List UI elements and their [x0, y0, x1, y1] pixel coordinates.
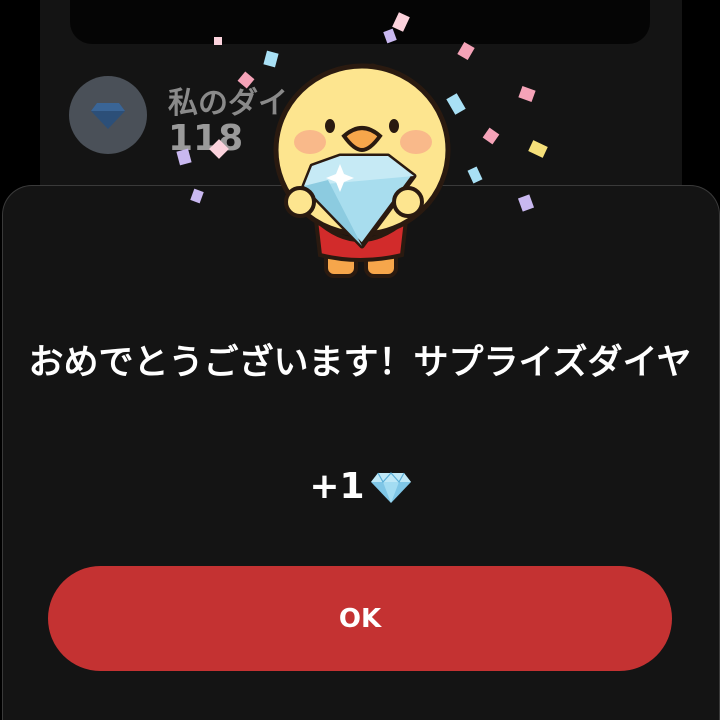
chick-mascot-icon [273, 63, 451, 278]
ok-button[interactable]: OK [48, 566, 672, 671]
diamond-icon [370, 471, 411, 503]
reward-amount: +1 [309, 466, 365, 507]
background-card [70, 0, 650, 44]
my-diamond-count: 118 [168, 118, 244, 159]
congratulations-title: おめでとうございます！サプライズダイヤ [28, 343, 692, 383]
my-diamond-icon [69, 76, 147, 154]
reward-row: +1 [0, 466, 720, 507]
screen: 私のダイ 118 おめでとうございます！サプライズダイヤ +1 OK [0, 0, 720, 720]
